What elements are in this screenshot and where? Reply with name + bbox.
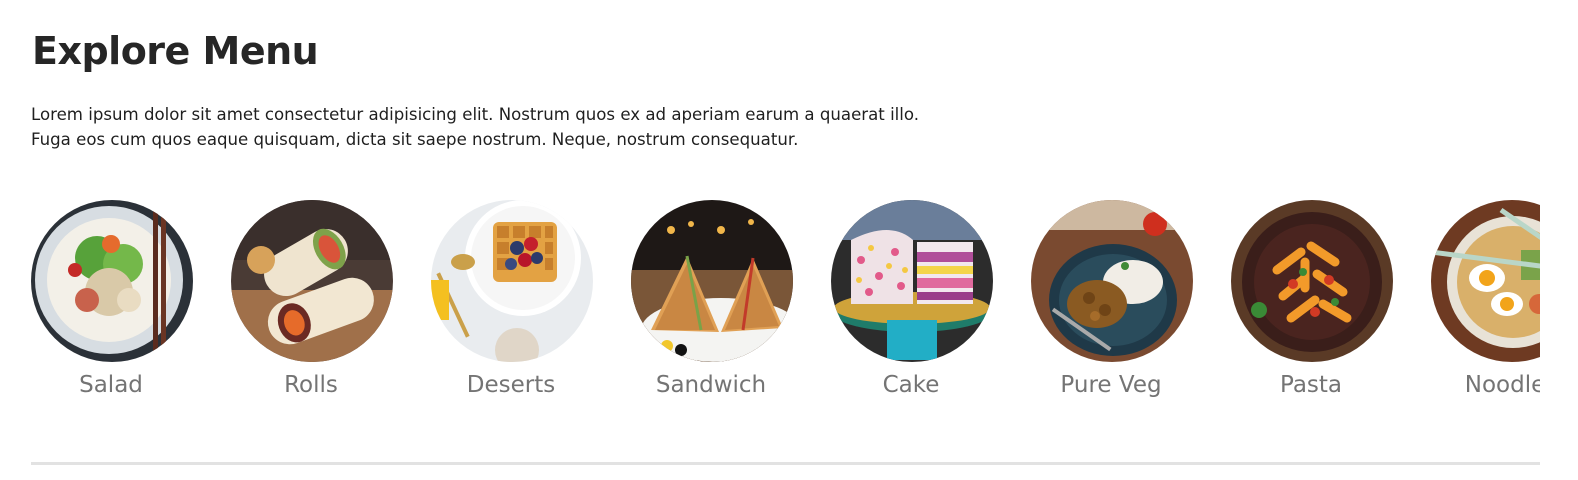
menu-item-label: Cake (882, 372, 940, 398)
pasta-image (1231, 200, 1393, 362)
menu-item-label: Sandwich (655, 372, 767, 398)
deserts-image (431, 200, 593, 362)
section-divider (31, 462, 1540, 465)
menu-item-label: Deserts (466, 372, 556, 398)
menu-item-deserts[interactable]: Deserts (411, 200, 611, 410)
menu-item-noodles[interactable]: Noodles (1411, 200, 1540, 410)
rolls-image (231, 200, 393, 362)
sandwich-image (631, 200, 793, 362)
menu-item-salad[interactable]: Salad (11, 200, 211, 410)
menu-item-label: Pasta (1279, 372, 1343, 398)
page-title: Explore Menu (32, 29, 319, 73)
menu-item-cake[interactable]: Cake (811, 200, 1011, 410)
salad-image (31, 200, 193, 362)
menu-item-pure-veg[interactable]: Pure Veg (1011, 200, 1211, 410)
menu-description: Lorem ipsum dolor sit amet consectetur a… (31, 105, 920, 149)
menu-item-sandwich[interactable]: Sandwich (611, 200, 811, 410)
noodles-image (1431, 200, 1540, 362)
menu-item-label: Salad (79, 372, 143, 398)
menu-item-pasta[interactable]: Pasta (1211, 200, 1411, 410)
explore-menu-section: Explore Menu Lorem ipsum dolor sit amet … (0, 0, 1578, 480)
menu-list: Salad Rolls Deserts Sandwich Cake Pure V… (0, 200, 1540, 420)
menu-item-label: Pure Veg (1060, 372, 1162, 398)
menu-item-label: Rolls (284, 372, 338, 398)
menu-item-rolls[interactable]: Rolls (211, 200, 411, 410)
pure-veg-image (1031, 200, 1193, 362)
cake-image (831, 200, 993, 362)
menu-item-label: Noodles (1464, 372, 1540, 398)
